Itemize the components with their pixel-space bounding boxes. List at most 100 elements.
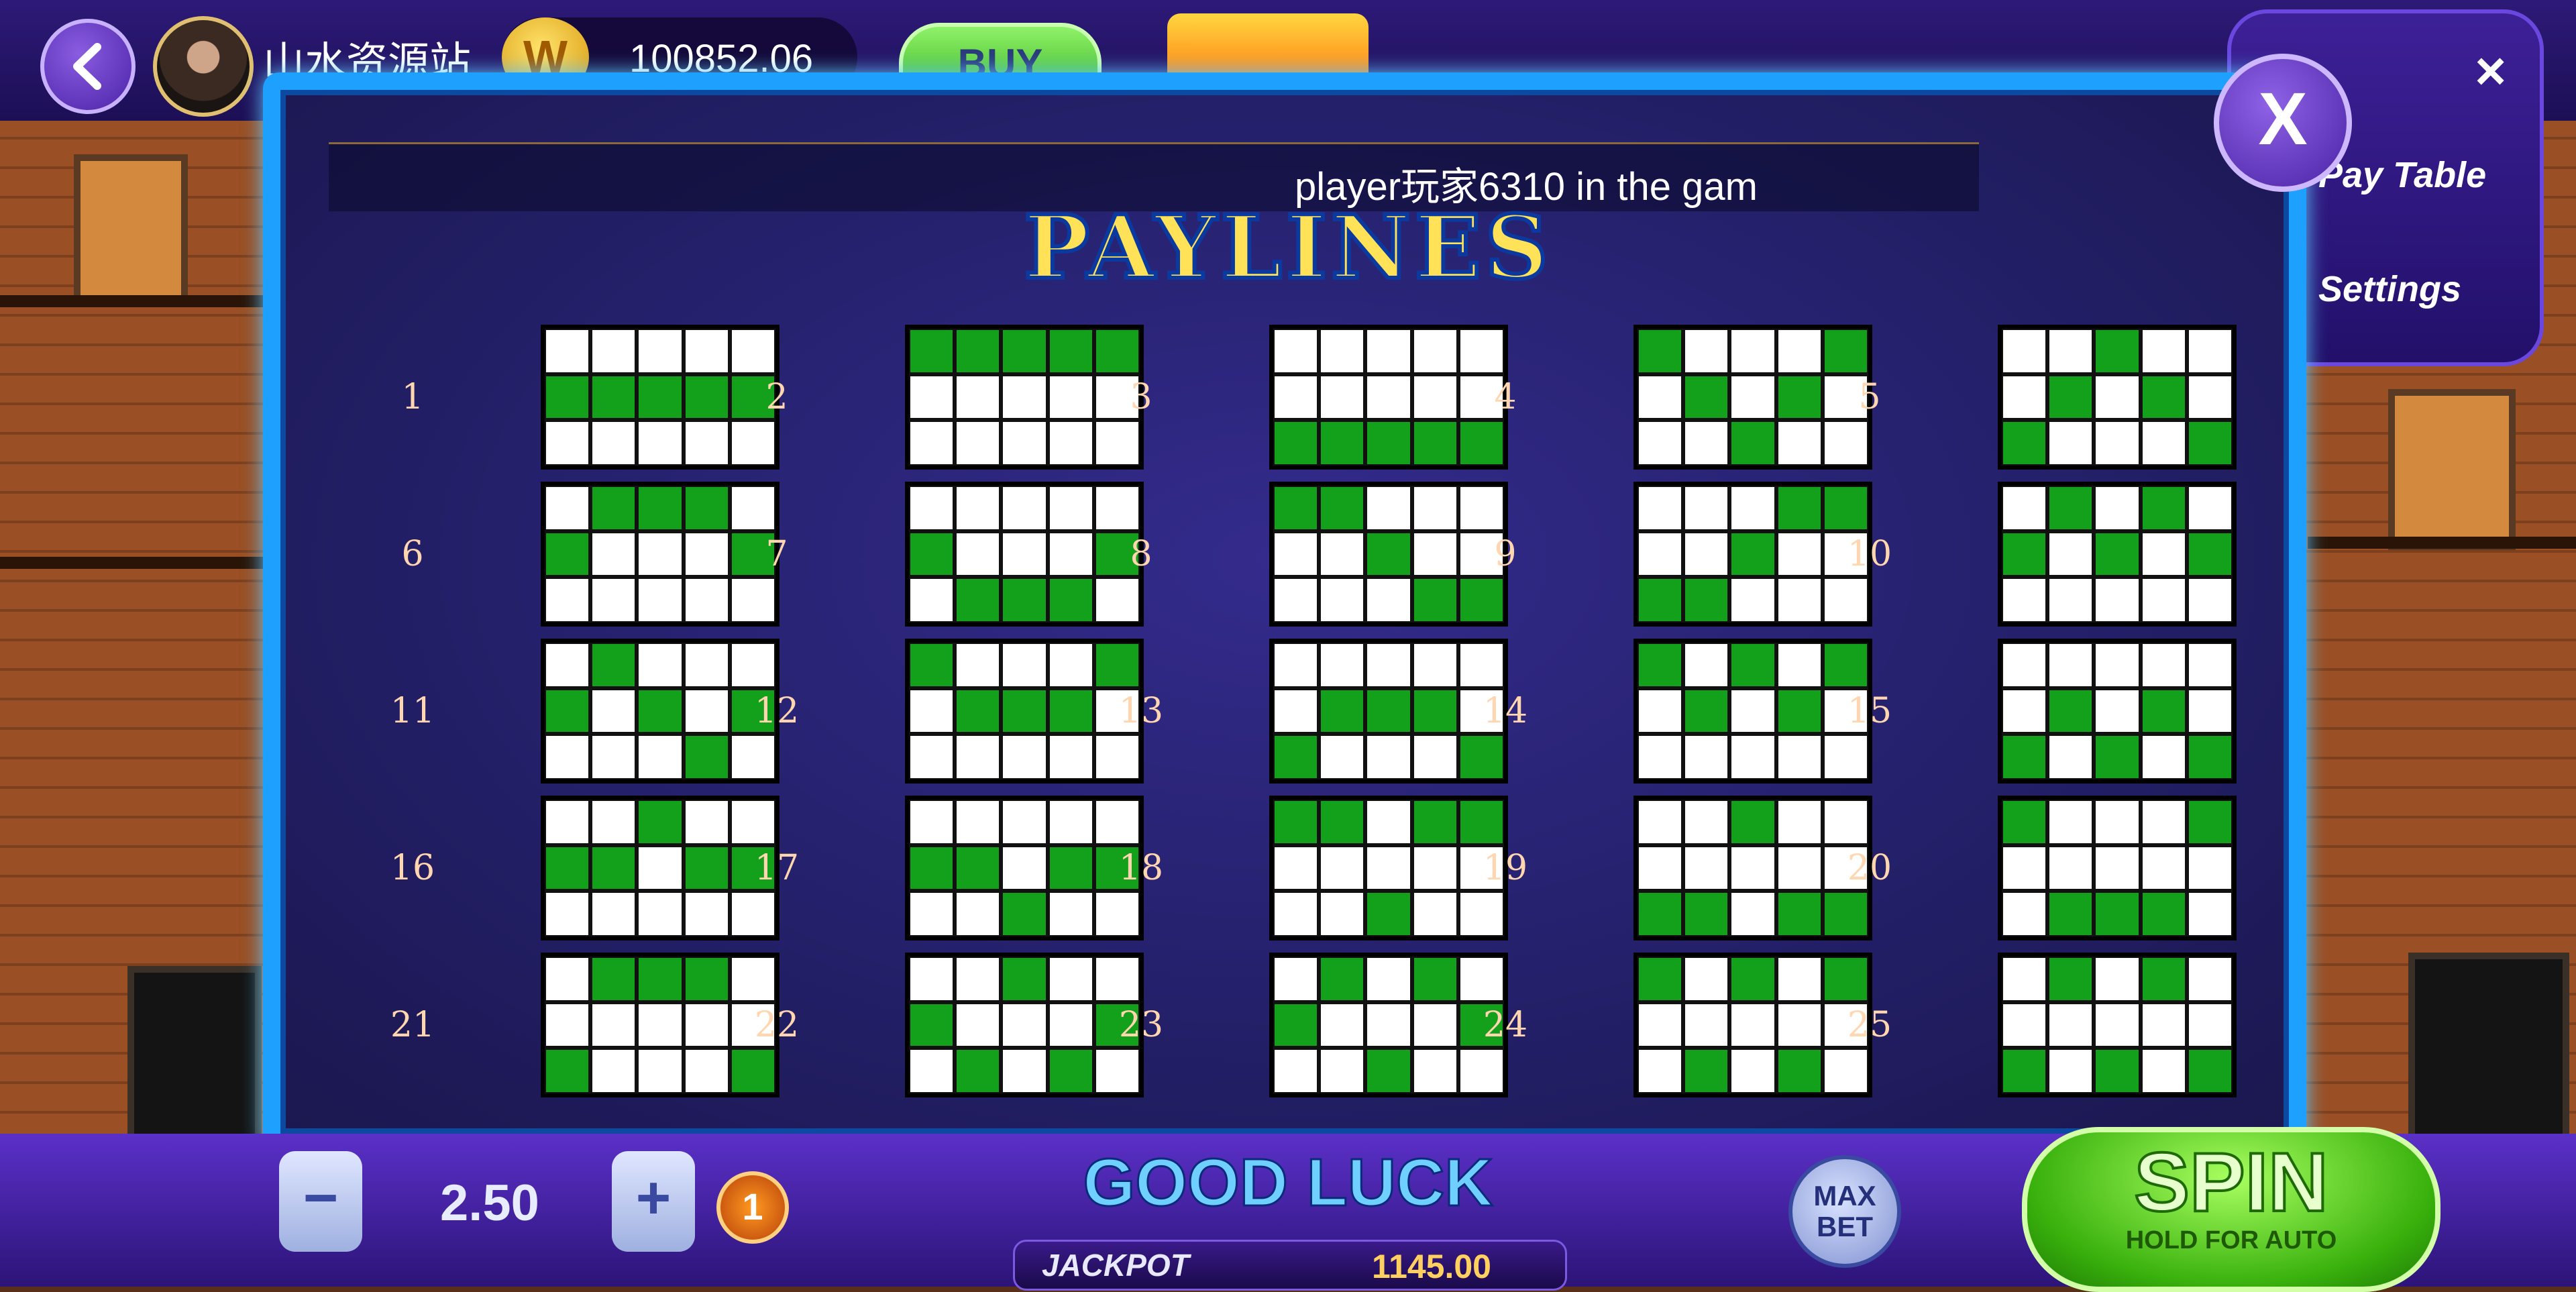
payline-number: 22 <box>754 1005 800 1045</box>
payline-cell <box>2188 376 2231 419</box>
payline-cell-active <box>1824 330 1867 372</box>
payline-cell <box>1095 958 1138 1000</box>
payline-cell-active <box>1275 1004 1318 1046</box>
payline-cell <box>685 1004 728 1046</box>
payline-cell-active <box>1321 958 1364 1000</box>
payline-cell-active <box>957 847 1000 890</box>
payline-cell-active <box>1778 1050 1821 1092</box>
payline-cell-active <box>592 847 635 890</box>
bet-decrease-button[interactable]: − <box>279 1151 362 1252</box>
payline-cell <box>1367 487 1410 529</box>
payline-cell <box>1049 487 1092 529</box>
payline-cell <box>731 330 774 372</box>
payline-cell-active <box>2188 422 2231 464</box>
payline-pattern <box>1998 953 2237 1097</box>
payline-cell <box>1460 893 1503 935</box>
payline-cell-active <box>1685 893 1728 935</box>
payline-cell <box>2003 847 2046 890</box>
payline-cell <box>1003 801 1046 843</box>
payline-cell-active <box>1095 330 1138 372</box>
payline-cell <box>957 487 1000 529</box>
payline-cell <box>1367 376 1410 419</box>
payline-cell <box>1367 579 1410 621</box>
payline-number: 6 <box>401 534 424 574</box>
payline-cell <box>1639 422 1682 464</box>
bet-increase-button[interactable]: + <box>612 1151 695 1252</box>
payline-cell <box>1321 533 1364 576</box>
back-button[interactable] <box>40 19 136 114</box>
payline-cell-active <box>2188 1050 2231 1092</box>
payline-cell-active <box>1639 893 1682 935</box>
payline-cell <box>2003 376 2046 419</box>
payline-cell-active <box>2096 893 2139 935</box>
payline-cell-active <box>1413 958 1456 1000</box>
payline-cell-active <box>910 847 953 890</box>
payline-number: 8 <box>1130 534 1152 574</box>
payline-cell <box>639 847 682 890</box>
payline-cell-active <box>639 376 682 419</box>
payline-cell <box>1778 533 1821 576</box>
payline-cell <box>2096 579 2139 621</box>
payline-cell <box>639 736 682 778</box>
payline-cell <box>1413 893 1456 935</box>
payline-cell <box>1321 1004 1364 1046</box>
payline-cell-active <box>1731 644 1774 686</box>
payline-cell-active <box>592 376 635 419</box>
payline-cell <box>2096 847 2139 890</box>
payline-cell-active <box>1413 579 1456 621</box>
payline-cell-active <box>1049 847 1092 890</box>
payline-cell <box>1731 579 1774 621</box>
payline-cell <box>1095 893 1138 935</box>
payline-cell <box>2049 847 2092 890</box>
payline-cell <box>1731 376 1774 419</box>
payline-cell-active <box>1778 376 1821 419</box>
lines-badge[interactable]: 1 <box>716 1171 789 1244</box>
payline-number: 1 <box>401 377 424 417</box>
payline-cell <box>685 579 728 621</box>
payline-cell-active <box>1639 644 1682 686</box>
menu-close-icon[interactable]: × <box>2475 40 2506 102</box>
payline-cell <box>1413 376 1456 419</box>
payline-cell <box>1685 1004 1728 1046</box>
payline-cell <box>910 422 953 464</box>
payline-cell-active <box>1049 690 1092 733</box>
menu-item-pay-table[interactable]: Pay Table <box>2318 154 2486 196</box>
payline-cell-active <box>2096 1050 2139 1092</box>
payline-cell <box>685 644 728 686</box>
payline-cell-active <box>546 690 589 733</box>
payline-cell <box>1639 376 1682 419</box>
payline-cell <box>2142 801 2185 843</box>
payline-cell-active <box>1049 330 1092 372</box>
payline-cell-active <box>1685 690 1728 733</box>
payline-cell <box>1731 893 1774 935</box>
payline-cell <box>1685 736 1728 778</box>
payline-cell-active <box>2142 690 2185 733</box>
payline-cell <box>1321 579 1364 621</box>
payline-cell-active <box>1367 533 1410 576</box>
avatar[interactable] <box>153 16 254 117</box>
max-bet-button[interactable]: MAX BET <box>1788 1155 1901 1268</box>
payline-cell <box>1731 736 1774 778</box>
spin-button[interactable]: SPIN HOLD FOR AUTO <box>2022 1127 2440 1292</box>
spin-label: SPIN <box>2133 1136 2329 1229</box>
menu-item-settings[interactable]: Settings <box>2318 268 2461 310</box>
payline-cell-active <box>1321 487 1364 529</box>
payline-cell <box>1095 487 1138 529</box>
payline-cell <box>685 690 728 733</box>
payline-cell <box>1413 1004 1456 1046</box>
payline-cell <box>546 893 589 935</box>
payline-cell-active <box>957 579 1000 621</box>
payline-cell <box>639 533 682 576</box>
payline-cell <box>2096 801 2139 843</box>
payline-cell-active <box>1778 690 1821 733</box>
payline-cell <box>2142 330 2185 372</box>
payline-cell-active <box>1685 1050 1728 1092</box>
close-paylines-button[interactable]: X <box>2214 54 2352 192</box>
payline-number: 15 <box>1847 691 1892 731</box>
payline-cell <box>546 330 589 372</box>
payline-cell <box>2142 533 2185 576</box>
payline-cell-active <box>910 533 953 576</box>
payline-cell <box>2003 330 2046 372</box>
payline-cell-active <box>546 376 589 419</box>
payline-cell <box>1413 533 1456 576</box>
